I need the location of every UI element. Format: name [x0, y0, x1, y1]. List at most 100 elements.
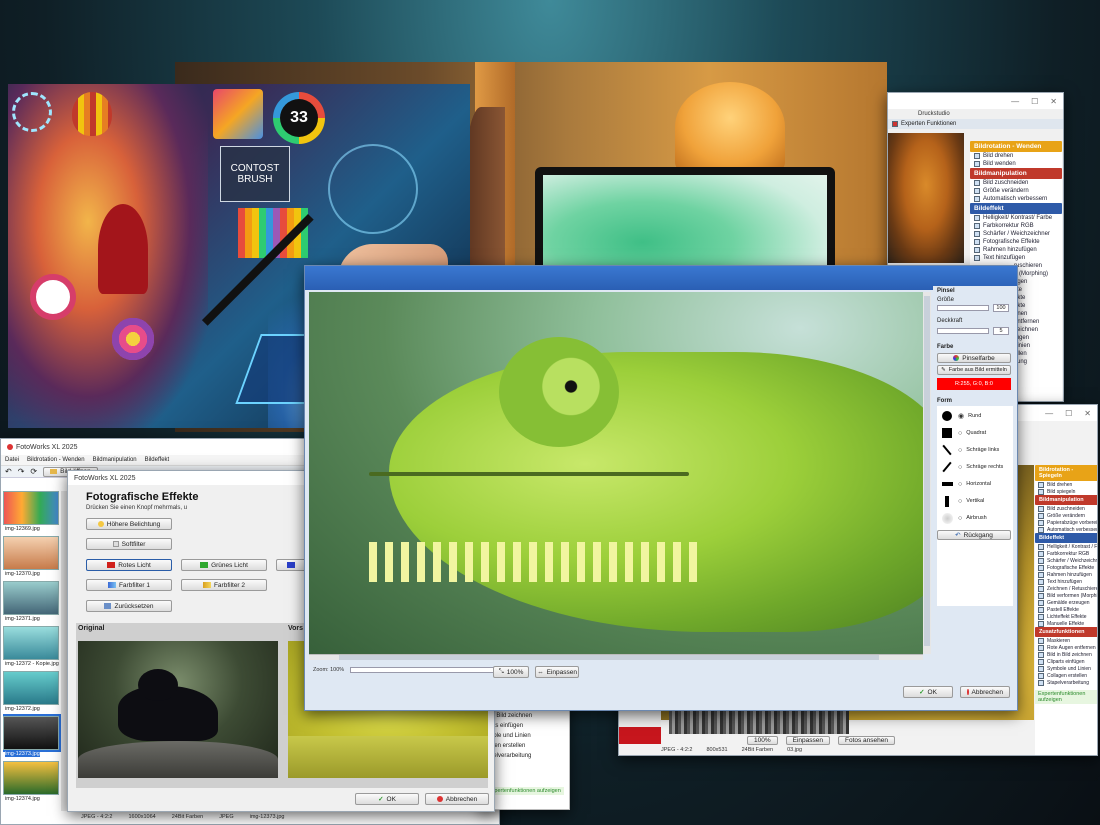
panel-item[interactable]: Symbole und Linien — [1035, 665, 1097, 672]
menu-item[interactable]: d in Bild zeichnen — [485, 711, 569, 721]
pinselfarbe-button[interactable]: Pinselfarbe — [937, 353, 1011, 363]
radio-icon[interactable]: ◉ — [958, 412, 964, 420]
panel-item[interactable]: Bild zuschneiden — [970, 179, 1062, 187]
zuruecksetzen-button[interactable]: Zurücksetzen — [86, 600, 172, 612]
form-option[interactable]: ○ Schräge links — [937, 442, 1013, 458]
menu-item[interactable]: Bildrotation - Wenden — [27, 457, 85, 463]
panel-item[interactable]: Größe verändern — [970, 187, 1062, 195]
panel-item[interactable]: Bild wenden — [970, 160, 1062, 168]
thumbnail[interactable] — [3, 714, 61, 752]
radio-icon[interactable]: ○ — [958, 498, 962, 505]
effects-cancel-button[interactable]: Abbrechen — [425, 793, 489, 805]
panel-item[interactable]: Text hinzufügen — [970, 254, 1062, 262]
panel-item[interactable]: Helligkeit / Kontrast / Farbe — [1035, 543, 1097, 550]
farbe-aus-bild-button[interactable]: ✎ Farbe aus Bild ermitteln — [937, 365, 1011, 375]
panel-item[interactable]: Bild drehen — [970, 152, 1062, 160]
thumbnail[interactable] — [3, 536, 59, 570]
panel-item[interactable]: Rahmen hinzufügen — [970, 246, 1062, 254]
maximize-icon[interactable]: ☐ — [1031, 97, 1038, 106]
thumbnail[interactable] — [3, 581, 59, 615]
h-scrollbar[interactable] — [309, 654, 923, 660]
panel-item[interactable]: Bild zuschneiden — [1035, 505, 1097, 512]
menu-item[interactable]: parts einfügen — [485, 721, 569, 731]
form-option[interactable]: ○ Quadrat — [937, 425, 1013, 441]
thumbnail[interactable] — [3, 491, 59, 525]
deckkraft-value[interactable]: 5 — [993, 327, 1009, 335]
undo-icon[interactable]: ↶ — [5, 467, 12, 476]
farbfilter2-button[interactable]: Farbfilter 2 — [181, 579, 267, 591]
farbfilter1-button[interactable]: Farbfilter 1 — [86, 579, 172, 591]
rl-zoom-button[interactable]: 100% — [747, 736, 778, 745]
panel-item[interactable]: Automatisch verbessern — [970, 195, 1062, 203]
rl-experten-link[interactable]: Expertenfunktionen aufzeigen — [1035, 690, 1097, 704]
menu-item[interactable]: Bildmanipulation — [93, 457, 137, 463]
panel-item[interactable]: Schärfer / Weichzeichner — [1035, 557, 1097, 564]
brush-cancel-button[interactable]: Abbrechen — [960, 686, 1010, 698]
deckkraft-slider[interactable] — [937, 328, 989, 334]
panel-item[interactable]: Cliparts einfügen — [1035, 658, 1097, 665]
rotes-licht-button[interactable]: Rotes Licht — [86, 559, 172, 571]
panel-item[interactable]: Papierabzüge vorbereiten — [1035, 519, 1097, 526]
druckstudio-tab[interactable]: Druckstudio — [918, 111, 950, 117]
rl-close-icon[interactable]: ✕ — [1084, 409, 1091, 418]
radio-icon[interactable]: ○ — [958, 515, 962, 522]
form-option[interactable]: ○ Airbrush — [937, 510, 1013, 526]
panel-item[interactable]: Text hinzufügen — [1035, 578, 1097, 585]
form-option[interactable]: ◉ Rund — [937, 408, 1013, 424]
groesse-value[interactable]: 100 — [993, 304, 1009, 312]
redo-icon[interactable]: ↷ — [18, 467, 25, 476]
panel-item[interactable]: Zeichnen / Retuschieren — [1035, 585, 1097, 592]
minimize-icon[interactable]: — — [1011, 97, 1019, 106]
menu-item[interactable]: llagen erstellen — [485, 741, 569, 751]
panel-item[interactable]: Schärfer / Weichzeichner — [970, 230, 1062, 238]
panel-item[interactable]: Stapelverarbeitung — [1035, 679, 1097, 686]
panel-item[interactable]: Farbkorrektur RGB — [1035, 550, 1097, 557]
panel-item[interactable]: Bild spiegeln — [1035, 488, 1097, 495]
form-option[interactable]: ○ Horizontal — [937, 476, 1013, 492]
rueckgang-button[interactable]: ↶ Rückgang — [937, 530, 1011, 540]
panel-item[interactable]: Collagen erstellen — [1035, 672, 1097, 679]
softfilter-button[interactable]: Softfilter — [86, 538, 172, 550]
rl-minimize-icon[interactable]: — — [1045, 409, 1053, 418]
panel-item[interactable]: Helligkeit/ Kontrast/ Farbe — [970, 214, 1062, 222]
menu-item[interactable]: mbole und Linien — [485, 731, 569, 741]
form-option[interactable]: ○ Schräge rechts — [937, 459, 1013, 475]
radio-icon[interactable]: ○ — [958, 464, 962, 471]
panel-item[interactable]: Maskieren — [1035, 637, 1097, 644]
panel-item[interactable]: Gemälde erzeugen — [1035, 599, 1097, 606]
rl-zoom-button[interactable]: Einpassen — [785, 736, 830, 745]
panel-item[interactable]: Fotografische Effekte — [1035, 564, 1097, 571]
groesse-slider[interactable] — [937, 305, 989, 311]
zoom-slider[interactable] — [350, 667, 501, 673]
experten-label[interactable]: Experten Funktionen — [901, 121, 956, 127]
panel-item[interactable]: Fotografische Effekte — [970, 238, 1062, 246]
menu-item[interactable]: Bildeffekt — [145, 457, 170, 463]
thumbnail[interactable] — [3, 671, 59, 705]
panel-item[interactable]: Pastell Effekte — [1035, 606, 1097, 613]
radio-icon[interactable]: ○ — [958, 481, 962, 488]
color-swatch[interactable]: R:255, G:0, B:0 — [937, 378, 1011, 390]
panel-item[interactable]: Rahmen hinzufügen — [1035, 571, 1097, 578]
effects-ok-button[interactable]: ✓ OK — [355, 793, 419, 805]
form-option[interactable]: ○ Vertikal — [937, 493, 1013, 509]
rl-zoom-button[interactable]: Fotos ansehen — [837, 736, 895, 745]
panel-item[interactable]: Lichteffekt Effekte — [1035, 613, 1097, 620]
blue-light-button[interactable] — [276, 559, 306, 571]
menu-item[interactable]: Datei — [5, 457, 19, 463]
zoom-100-button[interactable]: ⤡ 100% — [493, 666, 529, 678]
thumbnail[interactable] — [3, 626, 59, 660]
radio-icon[interactable]: ○ — [958, 430, 962, 437]
brush-ok-button[interactable]: ✓ OK — [903, 686, 953, 698]
thumbnail[interactable] — [3, 761, 59, 795]
panel-item[interactable]: Rote Augen entfernen — [1035, 644, 1097, 651]
rl-maximize-icon[interactable]: ☐ — [1065, 409, 1072, 418]
panel-item[interactable]: Farbkorrektur RGB — [970, 222, 1062, 230]
menu-item[interactable]: tapelverarbeitung — [485, 751, 569, 761]
refresh-icon[interactable]: ⟳ — [30, 467, 37, 476]
einpassen-button[interactable]: ⇔ Einpassen — [535, 666, 579, 678]
gruenes-licht-button[interactable]: Grünes Licht — [181, 559, 267, 571]
panel-item[interactable]: Bild drehen — [1035, 481, 1097, 488]
panel-item[interactable]: Größe verändern — [1035, 512, 1097, 519]
mid-experten-link[interactable]: Expertenfunktionen aufzeigen — [485, 787, 564, 795]
radio-icon[interactable]: ○ — [958, 447, 962, 454]
